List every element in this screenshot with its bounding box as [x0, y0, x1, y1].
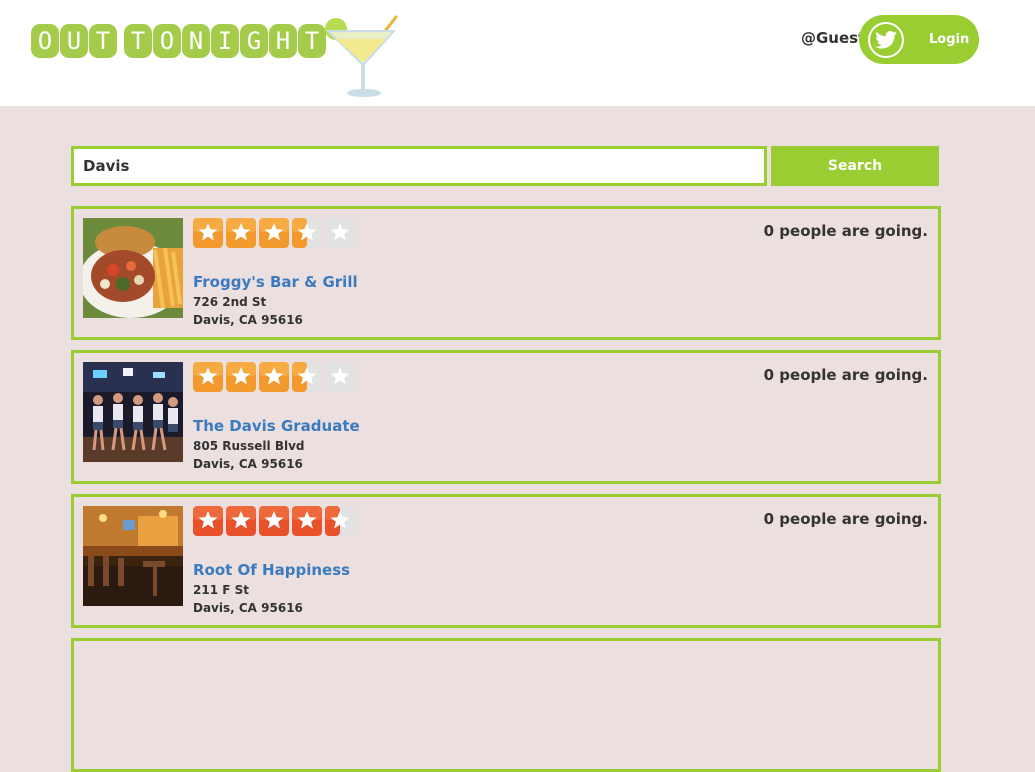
star-icon: [325, 506, 355, 536]
logo-letter: O: [31, 24, 59, 58]
rating-stars: [193, 362, 355, 392]
logo-wordmark[interactable]: OUTTONIGHT: [31, 24, 326, 58]
food-plate-image: [83, 218, 183, 318]
logo-letter: T: [124, 24, 152, 58]
star-icon: [259, 218, 289, 248]
logo-letter: H: [269, 24, 297, 58]
logo-letter: O: [153, 24, 181, 58]
logo-letter: I: [211, 24, 239, 58]
search-input[interactable]: [71, 146, 767, 186]
star-icon: [193, 506, 223, 536]
address-line2: Davis, CA 95616: [193, 313, 303, 327]
going-count[interactable]: 0 people are going.: [764, 222, 928, 240]
result-card: 0 people are going. The Davis Graduate 805…: [71, 350, 941, 484]
going-count[interactable]: 0 people are going.: [764, 510, 928, 528]
login-label: Login: [929, 32, 970, 47]
rating-stars: [193, 506, 355, 536]
logo-letter: N: [182, 24, 210, 58]
star-icon: [193, 362, 223, 392]
star-icon: [226, 506, 256, 536]
logo-letter: U: [60, 24, 88, 58]
rating-stars: [193, 218, 355, 248]
site-header: OUTTONIGHT @Guest Login: [0, 0, 1035, 106]
user-handle: @Guest: [801, 29, 866, 47]
star-icon: [292, 362, 322, 392]
going-count[interactable]: 0 people are going.: [764, 366, 928, 384]
dancers-image: [83, 362, 183, 462]
logo-letter: G: [240, 24, 268, 58]
logo-spacer: [118, 24, 123, 58]
result-card: 0 people are going. Froggy's Bar & Grill 7…: [71, 206, 941, 340]
star-icon: [259, 362, 289, 392]
address-line1: 805 Russell Blvd: [193, 439, 305, 453]
venue-name-link[interactable]: Root Of Happiness: [193, 561, 350, 579]
star-icon: [292, 218, 322, 248]
address-line1: 726 2nd St: [193, 295, 267, 309]
address-line2: Davis, CA 95616: [193, 457, 303, 471]
martini-glass-icon: [325, 15, 398, 97]
logo-letter: T: [89, 24, 117, 58]
star-icon: [226, 362, 256, 392]
twitter-icon: [868, 21, 904, 58]
search-button[interactable]: Search: [771, 146, 939, 186]
bar-interior-image: [83, 506, 183, 606]
result-card: 0 people are going. Root Of Happiness 211 …: [71, 494, 941, 628]
star-icon: [259, 506, 289, 536]
star-icon: [226, 218, 256, 248]
star-icon: [325, 218, 355, 248]
star-icon: [193, 218, 223, 248]
result-card: [71, 638, 941, 772]
address-line1: 211 F St: [193, 583, 249, 597]
star-icon: [292, 506, 322, 536]
twitter-login-button[interactable]: Login: [859, 15, 979, 64]
address-line2: Davis, CA 95616: [193, 601, 303, 615]
venue-name-link[interactable]: Froggy's Bar & Grill: [193, 273, 358, 291]
star-icon: [325, 362, 355, 392]
venue-name-link[interactable]: The Davis Graduate: [193, 417, 360, 435]
